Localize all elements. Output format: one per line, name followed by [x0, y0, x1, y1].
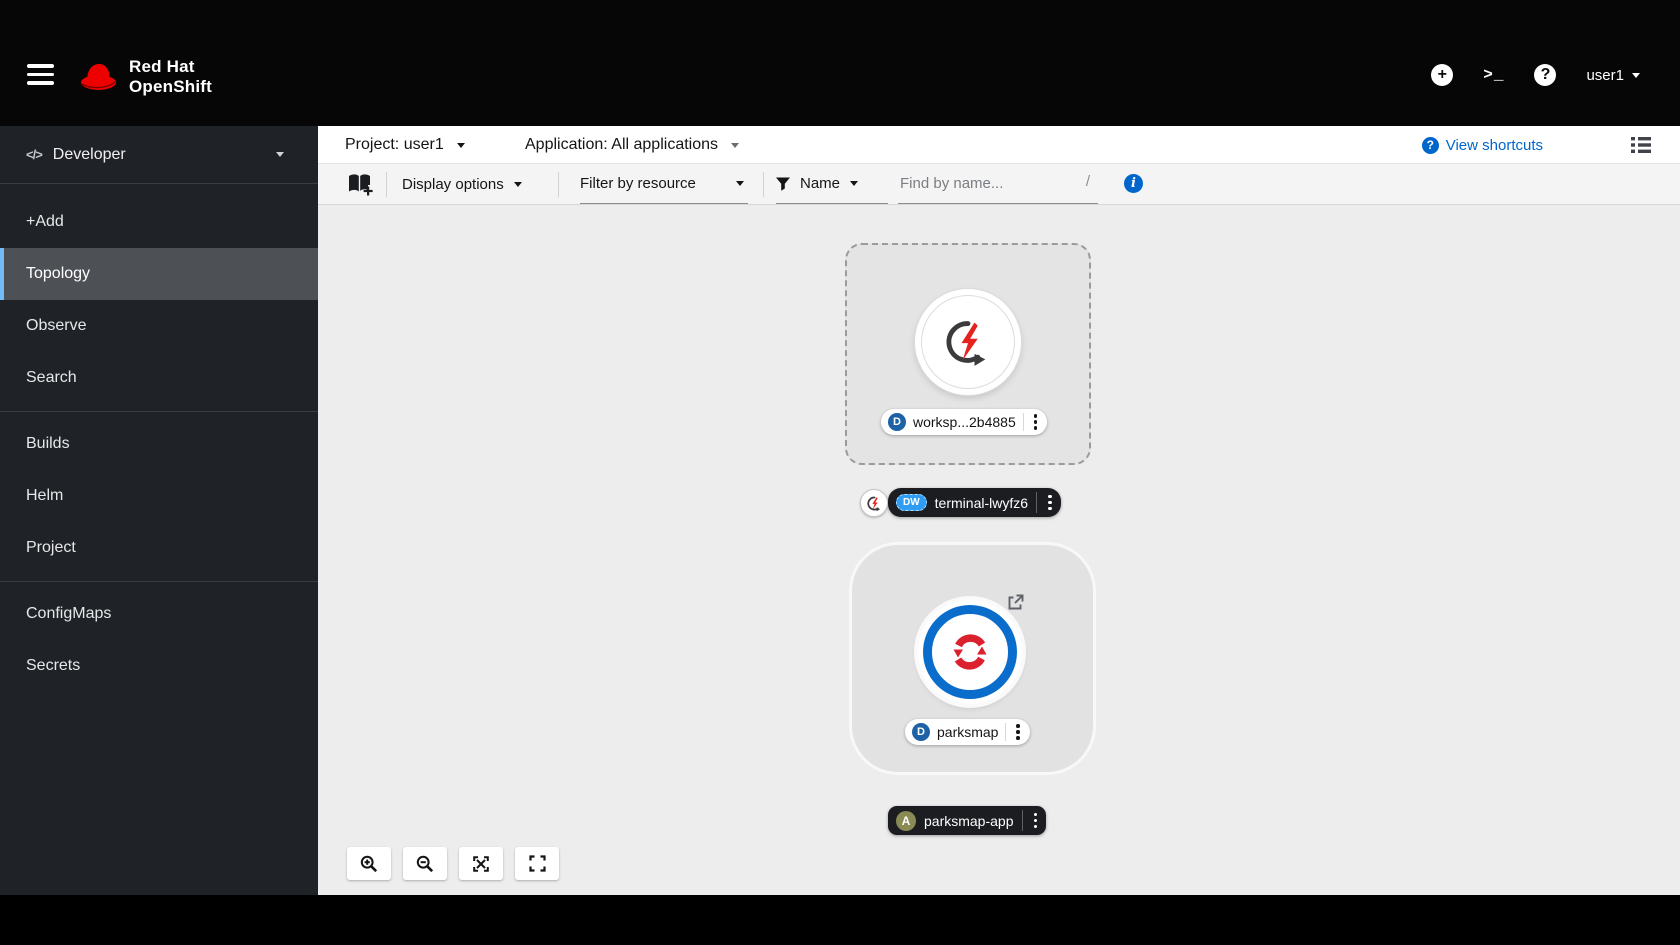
nav-section-1: +Add Topology Observe Search [0, 194, 318, 406]
sidebar-item-topology[interactable]: Topology [0, 248, 318, 300]
letterbox-strip [0, 895, 1680, 945]
perspective-label: Developer [53, 146, 126, 164]
parksmap-label-pill[interactable]: D parksmap [905, 719, 1030, 745]
display-options-dropdown[interactable]: Display options [402, 164, 522, 204]
application-kebab-icon[interactable] [1031, 809, 1041, 833]
fit-to-screen-button[interactable] [459, 847, 503, 880]
quick-start-guide-icon[interactable] [346, 171, 373, 203]
workspace-node-ring [921, 295, 1015, 389]
workspace-name: worksp...2b4885 [913, 414, 1016, 430]
chevron-down-icon [731, 143, 739, 148]
application-name: parksmap-app [924, 813, 1014, 829]
openshift-console: Red Hat OpenShift + >_ ? user1 </> Devel… [0, 0, 1680, 945]
username: user1 [1586, 67, 1624, 84]
sidebar-item-helm[interactable]: Helm [0, 470, 318, 522]
parksmap-name: parksmap [937, 724, 998, 740]
workspace-node[interactable] [915, 289, 1021, 395]
devworkspace-icon [866, 495, 883, 512]
pod-ring [923, 605, 1017, 699]
masthead: Red Hat OpenShift + >_ ? user1 [0, 0, 1680, 126]
chevron-down-icon [514, 182, 522, 187]
find-by-name-input[interactable] [898, 164, 1098, 203]
find-by-name-field: / [898, 164, 1098, 204]
filter-funnel-icon [776, 177, 790, 191]
sidebar-item-configmaps[interactable]: ConfigMaps [0, 588, 318, 640]
chevron-down-icon [736, 181, 744, 186]
application-label-pill[interactable]: A parksmap-app [888, 806, 1046, 835]
reset-view-button[interactable] [515, 847, 559, 880]
redhat-fedora-icon [78, 61, 120, 94]
developer-code-icon: </> [26, 147, 42, 162]
sidebar-item-builds[interactable]: Builds [0, 418, 318, 470]
sidebar-item-observe[interactable]: Observe [0, 300, 318, 352]
terminal-node[interactable] [860, 489, 888, 517]
toolbar-divider [763, 172, 764, 197]
web-terminal-icon[interactable]: >_ [1483, 66, 1504, 84]
chevron-down-icon [1632, 73, 1640, 78]
name-filter-dropdown[interactable]: Name [776, 164, 888, 204]
project-dropdown[interactable]: Project: user1 [345, 126, 465, 164]
sidebar-item-secrets[interactable]: Secrets [0, 640, 318, 692]
chevron-down-icon [457, 143, 465, 148]
chevron-down-icon [850, 181, 858, 186]
filter-by-resource-dropdown[interactable]: Filter by resource [580, 164, 748, 204]
nav-section-2: Builds Helm Project [0, 411, 318, 576]
toolbar-divider [558, 172, 559, 197]
topology-canvas[interactable]: D worksp...2b4885 DW terminal-lwyfz6 [318, 205, 1680, 895]
brand-logo: Red Hat OpenShift [78, 57, 212, 97]
parksmap-kebab-icon[interactable] [1013, 720, 1023, 744]
perspective-switcher[interactable]: </> Developer [0, 126, 318, 184]
canvas-controls [347, 847, 559, 880]
brand-line2: OpenShift [129, 77, 212, 97]
main-content: Project: user1 Application: All applicat… [318, 126, 1680, 895]
terminal-kebab-icon[interactable] [1045, 491, 1055, 515]
terminal-name: terminal-lwyfz6 [935, 495, 1028, 511]
nav-toggle-icon[interactable] [27, 64, 54, 85]
user-menu[interactable]: user1 [1586, 67, 1640, 84]
zoom-out-button[interactable] [403, 847, 447, 880]
toolbar-divider [386, 172, 387, 197]
sidebar: </> Developer +Add Topology Observe Sear… [0, 126, 318, 895]
list-view-toggle-icon[interactable] [1630, 134, 1652, 161]
help-icon[interactable]: ? [1534, 64, 1556, 86]
view-shortcuts-link[interactable]: ? View shortcuts [1422, 126, 1543, 164]
devworkspace-badge: DW [896, 494, 927, 511]
workspace-label-pill[interactable]: D worksp...2b4885 [881, 409, 1047, 435]
sidebar-item-project[interactable]: Project [0, 522, 318, 574]
add-circle-icon[interactable]: + [1431, 64, 1453, 86]
question-circle-icon: ? [1422, 137, 1439, 154]
open-url-icon[interactable] [1006, 593, 1025, 617]
sidebar-item-search[interactable]: Search [0, 352, 318, 404]
terminal-label-pill[interactable]: DW terminal-lwyfz6 [888, 488, 1061, 517]
slash-shortcut-hint: / [1086, 173, 1090, 190]
nav-section-3: ConfigMaps Secrets [0, 581, 318, 694]
application-dropdown[interactable]: Application: All applications [525, 126, 739, 164]
sidebar-item-add[interactable]: +Add [0, 196, 318, 248]
workspace-kebab-icon[interactable] [1031, 410, 1041, 434]
application-badge: A [896, 811, 916, 831]
chevron-down-icon [276, 152, 284, 157]
deployment-badge: D [912, 723, 930, 741]
zoom-in-button[interactable] [347, 847, 391, 880]
topology-toolbar: Display options Filter by resource Name … [318, 164, 1680, 205]
parksmap-openshift-icon [948, 630, 992, 674]
info-icon[interactable]: i [1124, 174, 1143, 193]
context-bar: Project: user1 Application: All applicat… [318, 126, 1680, 164]
brand-line1: Red Hat [129, 57, 212, 77]
deployment-badge: D [888, 413, 906, 431]
